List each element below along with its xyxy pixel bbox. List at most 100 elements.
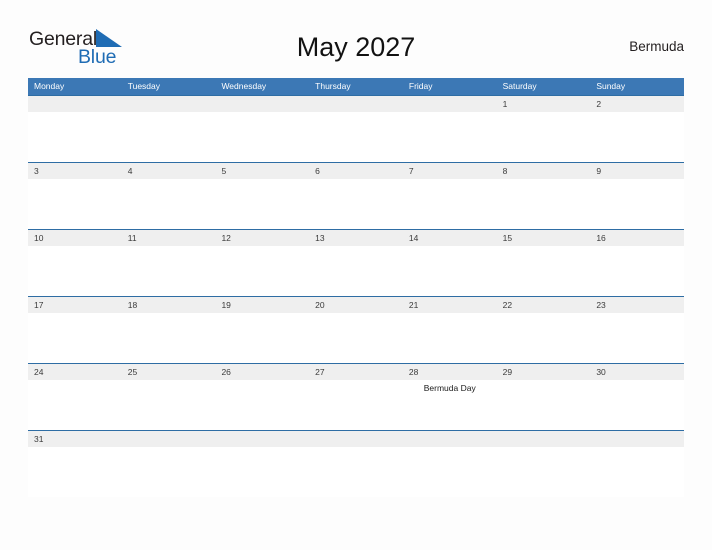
day-cell[interactable]	[122, 380, 216, 430]
weekday-header-monday: Monday	[34, 81, 65, 91]
day-cell[interactable]	[215, 447, 309, 497]
weekday-header-sunday: Sunday	[596, 81, 626, 91]
calendar-week-row: 31	[28, 430, 684, 497]
day-number[interactable]: 26	[215, 364, 309, 380]
day-cell[interactable]	[122, 447, 216, 497]
day-number[interactable]: 17	[28, 297, 122, 313]
day-number[interactable]	[590, 431, 684, 447]
day-number[interactable]	[309, 431, 403, 447]
calendar-grid: Monday Tuesday Wednesday Thursday Friday…	[28, 78, 684, 497]
day-number[interactable]: 8	[497, 163, 591, 179]
day-number[interactable]: 9	[590, 163, 684, 179]
day-number[interactable]: 15	[497, 230, 591, 246]
day-number[interactable]: 5	[215, 163, 309, 179]
day-number[interactable]: 30	[590, 364, 684, 380]
week-date-strip: 17 18 19 20 21 22 23	[28, 297, 684, 313]
day-number[interactable]: 12	[215, 230, 309, 246]
day-cell[interactable]	[215, 179, 309, 229]
day-cell[interactable]: Bermuda Day	[403, 380, 497, 430]
day-cell[interactable]	[215, 246, 309, 296]
day-cell[interactable]	[28, 246, 122, 296]
day-number[interactable]: 18	[122, 297, 216, 313]
day-number[interactable]: 20	[309, 297, 403, 313]
day-cell[interactable]	[309, 380, 403, 430]
day-cell[interactable]	[309, 112, 403, 162]
day-cell[interactable]	[309, 246, 403, 296]
day-cell[interactable]	[497, 246, 591, 296]
calendar-week-row: 1 2	[28, 95, 684, 162]
day-cell[interactable]	[403, 447, 497, 497]
day-cell[interactable]	[28, 112, 122, 162]
day-number[interactable]: 1	[497, 96, 591, 112]
day-number[interactable]	[122, 431, 216, 447]
day-number[interactable]	[403, 96, 497, 112]
day-number[interactable]	[309, 96, 403, 112]
day-cell[interactable]	[309, 179, 403, 229]
day-cell[interactable]	[28, 447, 122, 497]
day-number[interactable]: 4	[122, 163, 216, 179]
calendar-week-row: 17 18 19 20 21 22 23	[28, 296, 684, 363]
day-cell[interactable]	[309, 313, 403, 363]
day-cell[interactable]	[403, 112, 497, 162]
week-date-strip: 3 4 5 6 7 8 9	[28, 163, 684, 179]
week-event-strip	[28, 447, 684, 497]
day-cell[interactable]	[122, 112, 216, 162]
day-number[interactable]: 25	[122, 364, 216, 380]
day-number[interactable]	[403, 431, 497, 447]
day-cell[interactable]	[122, 179, 216, 229]
day-number[interactable]: 31	[28, 431, 122, 447]
day-number[interactable]	[28, 96, 122, 112]
day-cell[interactable]	[309, 447, 403, 497]
day-cell[interactable]	[215, 313, 309, 363]
day-cell[interactable]	[590, 447, 684, 497]
day-number[interactable]: 6	[309, 163, 403, 179]
day-cell[interactable]	[497, 447, 591, 497]
day-cell[interactable]	[122, 313, 216, 363]
day-number[interactable]: 13	[309, 230, 403, 246]
week-date-strip: 1 2	[28, 96, 684, 112]
day-cell[interactable]	[497, 112, 591, 162]
day-number[interactable]: 7	[403, 163, 497, 179]
day-number[interactable]: 24	[28, 364, 122, 380]
day-cell[interactable]	[590, 112, 684, 162]
day-cell[interactable]	[590, 179, 684, 229]
day-number[interactable]: 14	[403, 230, 497, 246]
day-cell[interactable]	[28, 313, 122, 363]
day-number[interactable]: 23	[590, 297, 684, 313]
day-cell[interactable]	[497, 380, 591, 430]
day-cell[interactable]	[215, 380, 309, 430]
day-number[interactable]: 19	[215, 297, 309, 313]
weekday-header-thursday: Thursday	[315, 81, 351, 91]
day-number[interactable]: 16	[590, 230, 684, 246]
day-cell[interactable]	[590, 246, 684, 296]
day-cell[interactable]	[497, 179, 591, 229]
day-cell[interactable]	[28, 179, 122, 229]
day-cell[interactable]	[590, 313, 684, 363]
day-cell[interactable]	[403, 246, 497, 296]
week-date-strip: 10 11 12 13 14 15 16	[28, 230, 684, 246]
week-event-strip	[28, 246, 684, 296]
week-date-strip: 24 25 26 27 28 29 30	[28, 364, 684, 380]
day-number[interactable]	[215, 96, 309, 112]
day-cell[interactable]	[122, 246, 216, 296]
weekday-header-friday: Friday	[408, 81, 433, 91]
day-cell[interactable]	[28, 380, 122, 430]
day-number[interactable]: 28	[403, 364, 497, 380]
day-number[interactable]	[497, 431, 591, 447]
day-number[interactable]: 22	[497, 297, 591, 313]
calendar-week-row: 24 25 26 27 28 29 30 Bermuda Day	[28, 363, 684, 430]
day-number[interactable]: 3	[28, 163, 122, 179]
day-number[interactable]: 11	[122, 230, 216, 246]
day-number[interactable]: 27	[309, 364, 403, 380]
day-number[interactable]	[215, 431, 309, 447]
day-cell[interactable]	[497, 313, 591, 363]
day-number[interactable]	[122, 96, 216, 112]
day-cell[interactable]	[403, 179, 497, 229]
day-number[interactable]: 29	[497, 364, 591, 380]
day-number[interactable]: 2	[590, 96, 684, 112]
day-cell[interactable]	[590, 380, 684, 430]
day-cell[interactable]	[215, 112, 309, 162]
day-number[interactable]: 10	[28, 230, 122, 246]
day-number[interactable]: 21	[403, 297, 497, 313]
day-cell[interactable]	[403, 313, 497, 363]
